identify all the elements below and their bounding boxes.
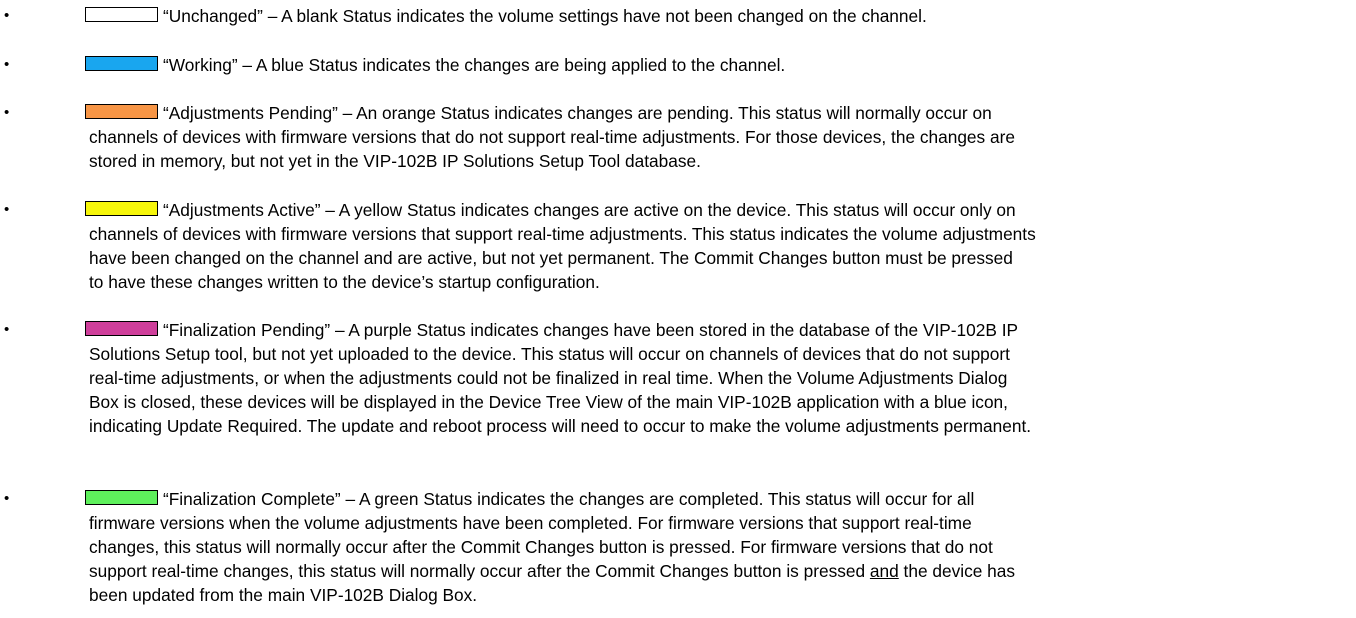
item-text-line: “Adjustments Pending” – An orange Status… [163, 103, 992, 123]
item-text-line: Solutions Setup tool, but not yet upload… [89, 344, 1010, 364]
item-text-line: “Finalization Complete” – A green Status… [163, 489, 975, 509]
item-text-line: to have these changes written to the dev… [89, 272, 600, 292]
item-text-line: “Working” – A blue Status indicates the … [163, 55, 786, 75]
status-swatch-finalization-complete [85, 490, 158, 505]
item-text-line: stored in memory, but not yet in the VIP… [89, 151, 701, 171]
item-text-line: “Finalization Pending” – A purple Status… [163, 320, 1019, 340]
bullet: • [4, 56, 10, 73]
bullet: • [4, 201, 10, 218]
item-text-line: been updated from the main VIP-102B Dial… [89, 585, 478, 605]
item-text-line: channels of devices with firmware versio… [89, 224, 1036, 244]
item-text-line: indicating Update Required. The update a… [89, 416, 1032, 436]
bullet: • [4, 104, 10, 121]
bullet: • [4, 7, 10, 24]
item-text-line: have been changed on the channel and are… [89, 248, 1013, 268]
item-text-segment: support real-time changes, this status w… [89, 561, 866, 581]
status-swatch-unchanged [85, 7, 158, 22]
status-swatch-adjustments-active [85, 201, 158, 216]
item-text-line: channels of devices with firmware versio… [89, 127, 1015, 147]
bullet: • [4, 490, 10, 507]
item-text-line: Box is closed, these devices will be dis… [89, 392, 1008, 412]
item-text-line: firmware versions when the volume adjust… [89, 513, 972, 533]
bullet: • [4, 321, 10, 338]
underlined-and: and [869, 561, 899, 581]
item-text-line: support real-time changes, this status w… [89, 559, 1015, 583]
status-swatch-finalization-pending [85, 321, 158, 336]
item-text-line: changes, this status will normally occur… [89, 537, 993, 557]
item-text-segment: the device has [898, 561, 1015, 581]
item-text-line: “Unchanged” – A blank Status indicates t… [163, 6, 927, 26]
status-swatch-adjustments-pending [85, 104, 158, 119]
item-text-line: real-time adjustments, or when the adjus… [89, 368, 1008, 388]
status-swatch-working [85, 56, 158, 71]
item-text-line: “Adjustments Active” – A yellow Status i… [163, 200, 1016, 220]
